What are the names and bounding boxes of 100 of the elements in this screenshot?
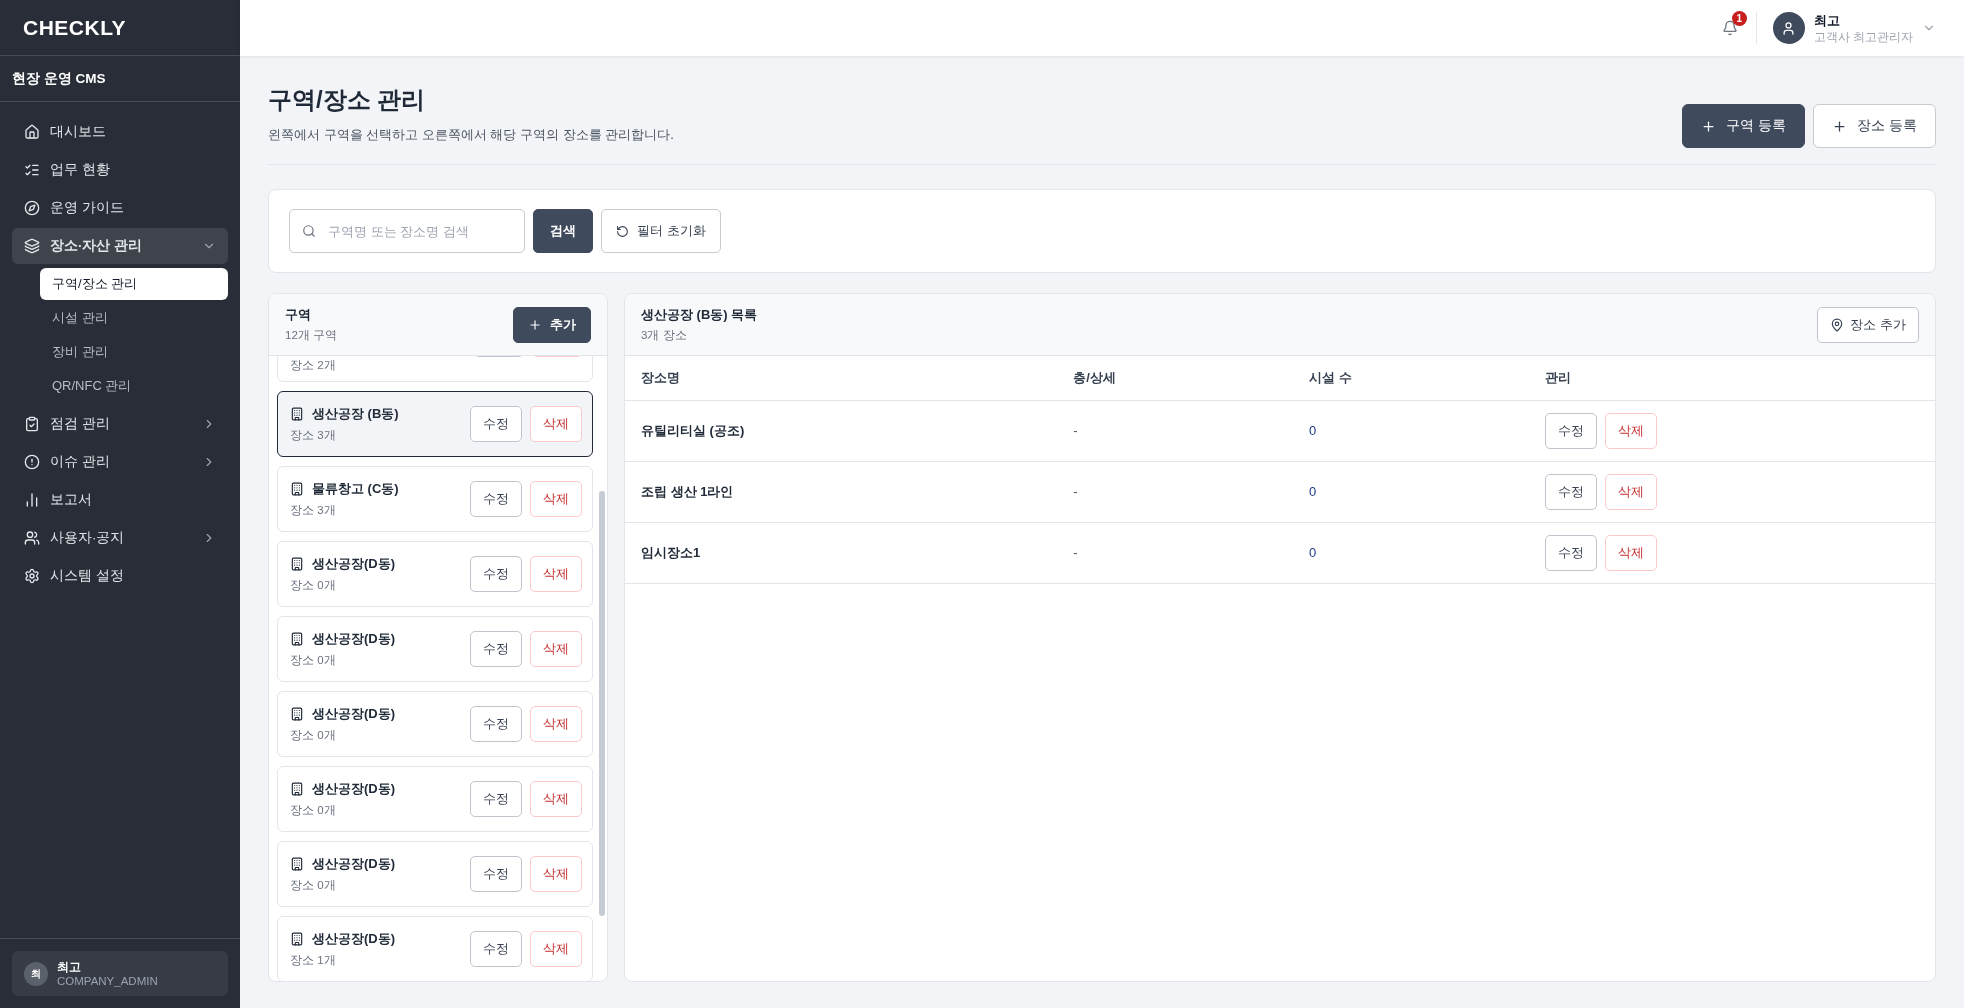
nav-subitem[interactable]: 시설 관리 — [40, 302, 228, 334]
users-icon — [24, 530, 40, 546]
add-button[interactable]: 추가 — [513, 306, 591, 343]
table-cell: 0 — [1309, 484, 1317, 499]
zone-card[interactable]: 생산공장(D동) 장소 0개 수정 삭제 — [277, 691, 593, 757]
plus-icon — [1701, 118, 1717, 134]
register-button[interactable]: 장소 등록 — [1813, 104, 1936, 148]
search-icon — [302, 224, 316, 238]
building-icon — [290, 932, 304, 946]
house-icon — [24, 124, 40, 140]
edit-button[interactable]: 수정 — [470, 406, 522, 442]
edit-button[interactable]: 수정 — [470, 481, 522, 517]
zone-name: 생산공장(D동) — [312, 780, 396, 798]
zone-place-count: 장소 0개 — [290, 728, 337, 743]
column-header: 장소명 — [641, 369, 680, 385]
delete-button[interactable]: 삭제 — [530, 556, 582, 592]
building-icon — [290, 632, 304, 646]
zone-name: 생산공장(D동) — [312, 555, 396, 573]
delete-button[interactable]: 삭제 — [1604, 473, 1657, 510]
delete-button[interactable]: 삭제 — [530, 706, 582, 742]
register-button[interactable]: 구역 등록 — [1682, 104, 1806, 148]
table-cell: - — [1073, 423, 1078, 438]
zone-name: 생산공장(D동) — [312, 630, 396, 648]
table-cell: 0 — [1309, 545, 1317, 560]
reset-button[interactable]: 필터 초기화 — [601, 209, 721, 253]
building-icon — [290, 707, 304, 721]
delete-button[interactable]: 삭제 — [1604, 412, 1657, 449]
zone-place-count: 장소 0개 — [290, 878, 337, 893]
edit-button[interactable]: 수정 — [1544, 412, 1597, 449]
zone-card[interactable]: 물류창고 (C동) 장소 3개 수정 삭제 — [277, 466, 593, 532]
scrollbar-thumb[interactable] — [599, 491, 605, 916]
zone-place-count: 장소 0개 — [290, 803, 337, 818]
user-role: COMPANY_ADMIN — [57, 975, 158, 987]
table-cell: 0 — [1309, 423, 1317, 438]
place-count: 3개 장소 — [641, 328, 688, 343]
nav-label: 장소·자산 관리 — [50, 237, 144, 255]
table-cell: - — [1073, 484, 1078, 499]
compass-icon — [24, 200, 40, 216]
bell-icon — [1721, 20, 1738, 36]
edit-button[interactable]: 수정 — [470, 856, 522, 892]
search-button[interactable]: 검색 — [533, 209, 593, 253]
logo[interactable]: CHECKLY — [23, 15, 127, 40]
search-field[interactable]: 구역명 또는 장소명 검색 — [289, 209, 525, 253]
delete-button[interactable]: 삭제 — [530, 781, 582, 817]
layers-icon — [24, 238, 40, 254]
nav-subitem[interactable]: 구역/장소 관리 — [40, 268, 228, 300]
edit-button[interactable]: 수정 — [470, 781, 522, 817]
zone-card[interactable]: 생산공장(D동) 장소 0개 수정 삭제 — [277, 616, 593, 682]
zone-name: 생산공장 (B동) — [312, 405, 399, 423]
zone-place-count: 장소 3개 — [290, 428, 337, 443]
nav-item[interactable]: 대시보드 — [12, 114, 228, 150]
nav-label: 운영 가이드 — [50, 199, 125, 217]
edit-button[interactable]: 수정 — [1544, 473, 1597, 510]
nav-item[interactable]: 업무 현황 — [12, 152, 228, 188]
edit-button[interactable]: 수정 — [470, 631, 522, 667]
edit-button[interactable]: 수정 — [470, 556, 522, 592]
user-name: 최고 — [1813, 11, 1841, 30]
clipboard-check-icon — [24, 416, 40, 432]
delete-button[interactable]: 삭제 — [530, 406, 582, 442]
nav-label: 대시보드 — [50, 123, 107, 141]
user-card[interactable]: 최 최고 COMPANY_ADMIN — [12, 951, 228, 996]
nav-item[interactable]: 시스템 설정 — [12, 558, 228, 594]
nav-item[interactable]: 이슈 관리 — [12, 444, 228, 480]
add-place-button[interactable]: 장소 추가 — [1817, 306, 1919, 343]
nav-subitem[interactable]: QR/NFC 관리 — [40, 370, 228, 402]
checklist-icon — [24, 162, 40, 178]
edit-button[interactable]: 수정 — [470, 931, 522, 967]
table-cell: 유틸리티실 (공조) — [641, 422, 745, 438]
delete-button[interactable]: 삭제 — [530, 481, 582, 517]
zone-card[interactable]: 생산공장(D동) 장소 0개 수정 삭제 — [277, 841, 593, 907]
delete-button[interactable]: 삭제 — [530, 931, 582, 967]
nav-item[interactable]: 운영 가이드 — [12, 190, 228, 226]
nav-item[interactable]: 점검 관리 — [12, 406, 228, 442]
nav-item[interactable]: 보고서 — [12, 482, 228, 518]
zone-place-count: 장소 0개 — [290, 653, 337, 668]
nav-label: 점검 관리 — [50, 415, 111, 433]
zone-card[interactable]: 생산공장(D동) 장소 0개 수정 삭제 — [277, 766, 593, 832]
zone-card[interactable]: 생산공장 (B동) 장소 3개 수정 삭제 — [277, 391, 593, 457]
nav-subitem[interactable]: 장비 관리 — [40, 336, 228, 368]
nav-item[interactable]: 장소·자산 관리 — [12, 228, 228, 264]
edit-button[interactable]: 수정 — [470, 706, 522, 742]
zone-card[interactable]: 생산공장(D동) 장소 1개 수정 삭제 — [277, 916, 593, 981]
notification-badge: 1 — [1731, 11, 1747, 26]
user-avatar[interactable] — [1772, 12, 1805, 44]
table-cell: 임시장소1 — [641, 544, 701, 560]
zone-card[interactable]: 장소 2개 — [277, 356, 593, 382]
building-icon — [290, 557, 304, 571]
nav-label: 사용자·공지 — [50, 529, 126, 547]
delete-button[interactable]: 삭제 — [530, 631, 582, 667]
delete-button[interactable]: 삭제 — [530, 856, 582, 892]
edit-button[interactable]: 수정 — [1544, 534, 1597, 571]
user-role: 고객사 최고관리자 — [1813, 29, 1913, 45]
zone-card[interactable]: 생산공장(D동) 장소 0개 수정 삭제 — [277, 541, 593, 607]
zone-place-count: 장소 2개 — [290, 358, 337, 373]
zone-place-count: 장소 3개 — [290, 503, 337, 518]
building-icon — [290, 782, 304, 796]
delete-button[interactable]: 삭제 — [1604, 534, 1657, 571]
nav-item[interactable]: 사용자·공지 — [12, 520, 228, 556]
page-description: 왼쪽에서 구역을 선택하고 오른쪽에서 해당 구역의 장소를 관리합니다. — [268, 126, 674, 144]
nav-label: 시스템 설정 — [50, 567, 125, 585]
